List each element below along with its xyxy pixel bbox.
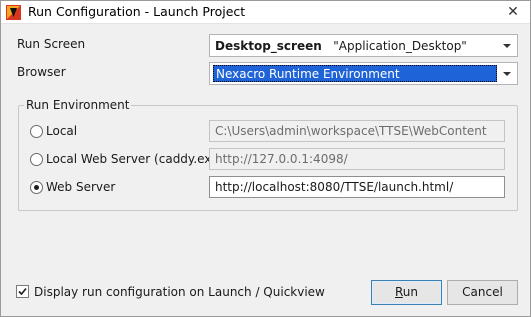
cancel-button-label: Cancel xyxy=(462,285,503,299)
nexacro-app-icon xyxy=(6,5,21,20)
window-title: Run Configuration - Launch Project xyxy=(28,4,246,19)
title-bar[interactable]: Run Configuration - Launch Project ✕ xyxy=(1,1,530,24)
local-web-server-url-value: http://127.0.0.1:4098/ xyxy=(215,152,348,166)
radio-web-server-label[interactable]: Web Server xyxy=(46,180,115,194)
radio-web-server[interactable] xyxy=(30,181,43,194)
browser-value-text: Nexacro Runtime Environment xyxy=(216,67,400,81)
run-screen-label: Run Screen xyxy=(17,37,86,51)
web-server-url-value: http://localhost:8080/TTSE/launch.html/ xyxy=(215,180,454,194)
run-screen-value: Desktop_screen "Application_Desktop" xyxy=(215,39,467,53)
display-config-label[interactable]: Display run configuration on Launch / Qu… xyxy=(34,285,325,299)
run-button-label: un xyxy=(402,285,419,299)
cancel-button[interactable]: Cancel xyxy=(447,280,518,305)
chevron-down-icon xyxy=(500,41,514,51)
radio-local[interactable] xyxy=(30,125,43,138)
run-configuration-dialog: Run Configuration - Launch Project ✕ Run… xyxy=(0,0,531,317)
chevron-down-icon xyxy=(500,69,514,79)
browser-selected-value: Nexacro Runtime Environment xyxy=(213,65,497,82)
run-screen-combo[interactable]: Desktop_screen "Application_Desktop" xyxy=(209,34,518,57)
run-screen-value-name: Desktop_screen xyxy=(215,39,322,53)
radio-local-label[interactable]: Local xyxy=(46,124,77,138)
browser-combo[interactable]: Nexacro Runtime Environment xyxy=(209,62,518,85)
checkmark-icon xyxy=(18,287,27,296)
browser-label: Browser xyxy=(17,65,66,79)
close-icon: ✕ xyxy=(507,4,519,20)
close-button[interactable]: ✕ xyxy=(498,2,528,22)
radio-selected-dot xyxy=(34,185,39,190)
run-environment-title: Run Environment xyxy=(24,98,132,112)
run-button-mnemonic: R xyxy=(394,285,403,299)
local-path-value: C:\Users\admin\workspace\TTSE\WebContent xyxy=(215,124,487,138)
radio-local-web-server[interactable] xyxy=(30,153,43,166)
run-screen-value-desc: "Application_Desktop" xyxy=(333,39,467,53)
local-path-field: C:\Users\admin\workspace\TTSE\WebContent xyxy=(209,120,505,142)
display-config-checkbox[interactable] xyxy=(16,285,29,298)
run-button[interactable]: Run xyxy=(371,280,442,305)
local-web-server-url-field: http://127.0.0.1:4098/ xyxy=(209,148,505,170)
radio-local-web-server-label[interactable]: Local Web Server (caddy.exe) xyxy=(46,152,223,166)
web-server-url-input[interactable]: http://localhost:8080/TTSE/launch.html/ xyxy=(209,176,505,198)
